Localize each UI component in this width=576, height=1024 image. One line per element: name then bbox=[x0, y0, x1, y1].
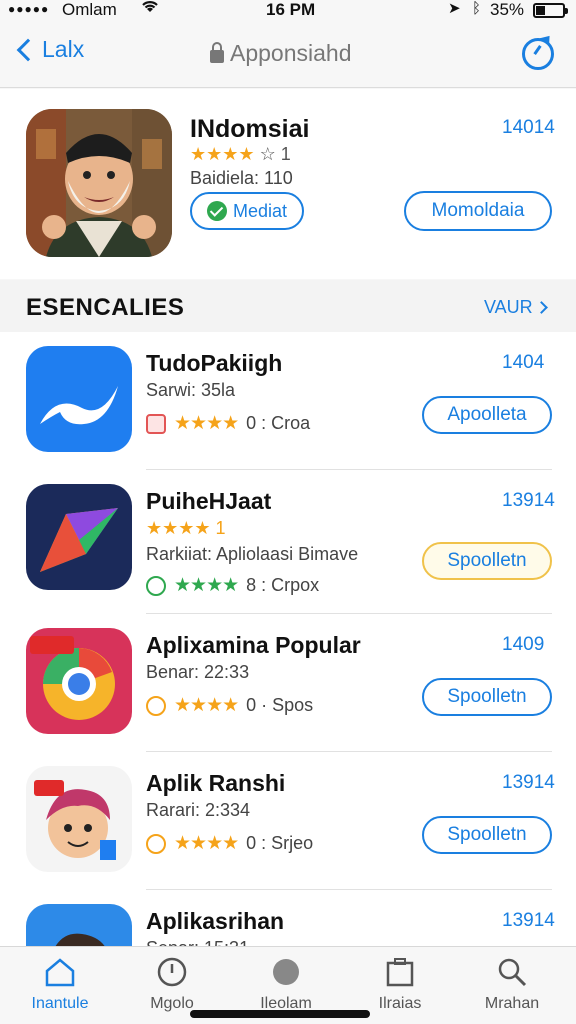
star-rating-icon: ★★★★ bbox=[174, 695, 239, 716]
tab-label: Mgolo bbox=[150, 995, 194, 1012]
wifi-icon bbox=[140, 0, 160, 19]
tab-label: Inantule bbox=[31, 995, 89, 1012]
featured-app-name[interactable]: INdomsiai bbox=[190, 115, 309, 144]
check-icon bbox=[206, 201, 227, 221]
star-rating-icon: ★★★★ bbox=[190, 144, 255, 164]
app-rating-line: ★★★★ 1 bbox=[146, 518, 226, 538]
badge-icon bbox=[146, 695, 166, 716]
app-icon[interactable] bbox=[26, 766, 132, 872]
section-title: ESENCALIES bbox=[26, 294, 185, 321]
featured-app-size: 14014 bbox=[502, 117, 555, 138]
star-rating-icon: ★★★★ bbox=[174, 413, 239, 434]
app-meta-text: 0 · Spos bbox=[246, 695, 314, 715]
app-get-button[interactable]: Spoolletn bbox=[422, 816, 552, 854]
back-button[interactable]: Lalx bbox=[14, 36, 84, 63]
back-label: Lalx bbox=[42, 36, 85, 62]
carrier-name: Omlam bbox=[62, 0, 117, 19]
star-rating-icon: ★★★★ bbox=[174, 833, 239, 854]
app-size: 1409 bbox=[502, 634, 545, 655]
app-name[interactable]: TudoPakiigh bbox=[146, 350, 282, 377]
location-icon: ➤ bbox=[448, 0, 461, 17]
app-icon[interactable] bbox=[26, 346, 132, 452]
app-meta: ★★★★ 0 : Srjeo bbox=[146, 832, 313, 855]
compass-icon bbox=[273, 959, 299, 985]
app-subtitle: Rarkiiat: Apliolaasi Bimave bbox=[146, 544, 359, 564]
see-all-label: VAUR bbox=[484, 297, 533, 317]
bluetooth-icon: ᛒ bbox=[472, 0, 482, 17]
featured-get-button[interactable]: Momoldaia bbox=[404, 191, 552, 231]
list-item[interactable]: PuiheHJaat 13914 ★★★★ 1 Rarkiiat: Apliol… bbox=[0, 470, 576, 614]
app-subtitle: Benar: 22:33 bbox=[146, 662, 250, 682]
see-all-link[interactable]: VAUR bbox=[484, 297, 548, 318]
page-title-group: Apponsiahd bbox=[210, 40, 352, 67]
app-get-button[interactable]: Spoolletn bbox=[422, 678, 552, 716]
app-meta-text: 0 : Srjeo bbox=[246, 833, 314, 853]
app-meta: ★★★★ 0 : Croa bbox=[146, 412, 310, 435]
app-name[interactable]: Aplixamina Popular bbox=[146, 632, 361, 659]
search-icon bbox=[498, 958, 527, 987]
signal-dots: ●●●●● bbox=[8, 2, 50, 16]
featured-app-icon[interactable] bbox=[26, 109, 172, 257]
home-icon bbox=[45, 958, 75, 987]
app-name[interactable]: PuiheHJaat bbox=[146, 488, 271, 515]
battery-percent: 35% bbox=[490, 0, 525, 19]
chevron-left-icon bbox=[16, 38, 40, 61]
list-item[interactable]: Aplikasrihan 13914 Senar: 15:31 bbox=[0, 890, 576, 946]
app-name[interactable]: Aplik Ranshi bbox=[146, 770, 285, 797]
featured-app-rating: ★★★★ ☆ 1 bbox=[190, 144, 291, 165]
list-item[interactable]: Aplik Ranshi 13914 Rarari: 2:334 ★★★★ 0 … bbox=[0, 752, 576, 890]
status-bar: ●●●●● Omlam 16 PM ➤ ᛒ 35% bbox=[0, 0, 576, 22]
tab-label: Ilraias bbox=[378, 995, 422, 1012]
app-meta-text: 0 : Croa bbox=[246, 413, 311, 433]
app-size: 13914 bbox=[502, 910, 555, 931]
featured-app-subtitle: Baidiela: 110 bbox=[190, 168, 293, 188]
battery-icon bbox=[533, 3, 568, 18]
chevron-right-icon bbox=[534, 301, 548, 314]
clock-icon bbox=[157, 957, 187, 987]
app-get-button[interactable]: Spoolletn bbox=[422, 542, 552, 580]
page-title: Apponsiahd bbox=[230, 40, 352, 66]
lock-icon bbox=[210, 42, 224, 63]
app-name[interactable]: Aplikasrihan bbox=[146, 908, 284, 935]
tab-search[interactable]: Mrahan bbox=[462, 955, 562, 1021]
app-subtitle: Rarari: 2:334 bbox=[146, 800, 251, 820]
app-icon[interactable] bbox=[26, 904, 132, 946]
battery-fill bbox=[536, 6, 545, 15]
app-size: 13914 bbox=[502, 772, 555, 793]
badge-icon bbox=[146, 833, 166, 854]
app-subtitle: Sarwi: 35la bbox=[146, 380, 236, 400]
tab-home[interactable]: Inantule bbox=[10, 955, 110, 1021]
app-meta: ★★★★ 0 · Spos bbox=[146, 694, 313, 717]
badge-label: Mediat bbox=[232, 200, 288, 221]
category-icon bbox=[146, 413, 166, 434]
app-meta-text: 8 : Crpox bbox=[246, 575, 320, 595]
navigation-bar: Lalx Apponsiahd bbox=[0, 22, 576, 88]
rating-count: ☆ 1 bbox=[259, 144, 291, 164]
app-get-button[interactable]: Apoolleta bbox=[422, 396, 552, 434]
app-subtitle: Senar: 15:31 bbox=[146, 938, 249, 946]
clock-time: 16 PM bbox=[266, 0, 316, 19]
refresh-icon[interactable] bbox=[522, 38, 554, 70]
featured-app: INdomsiai 14014 ★★★★ ☆ 1 Baidiela: 110 M… bbox=[0, 89, 576, 279]
verified-badge-button[interactable]: Mediat bbox=[190, 192, 304, 230]
app-list: TudoPakiigh 1404 Sarwi: 35la ★★★★ 0 : Cr… bbox=[0, 332, 576, 946]
app-size: 1404 bbox=[502, 352, 545, 373]
star-rating-icon: ★★★★ bbox=[174, 575, 239, 596]
app-meta: ★★★★ 8 : Crpox bbox=[146, 574, 319, 597]
app-icon[interactable] bbox=[26, 628, 132, 734]
list-item[interactable]: Aplixamina Popular 1409 Benar: 22:33 ★★★… bbox=[0, 614, 576, 752]
section-header: ESENCALIES VAUR bbox=[0, 280, 576, 332]
app-icon[interactable] bbox=[26, 484, 132, 590]
briefcase-icon bbox=[386, 958, 414, 987]
home-indicator bbox=[190, 1010, 370, 1018]
list-item[interactable]: TudoPakiigh 1404 Sarwi: 35la ★★★★ 0 : Cr… bbox=[0, 332, 576, 470]
tab-label: Mrahan bbox=[484, 995, 540, 1012]
check-circle-icon bbox=[146, 575, 166, 596]
app-size: 13914 bbox=[502, 490, 555, 511]
